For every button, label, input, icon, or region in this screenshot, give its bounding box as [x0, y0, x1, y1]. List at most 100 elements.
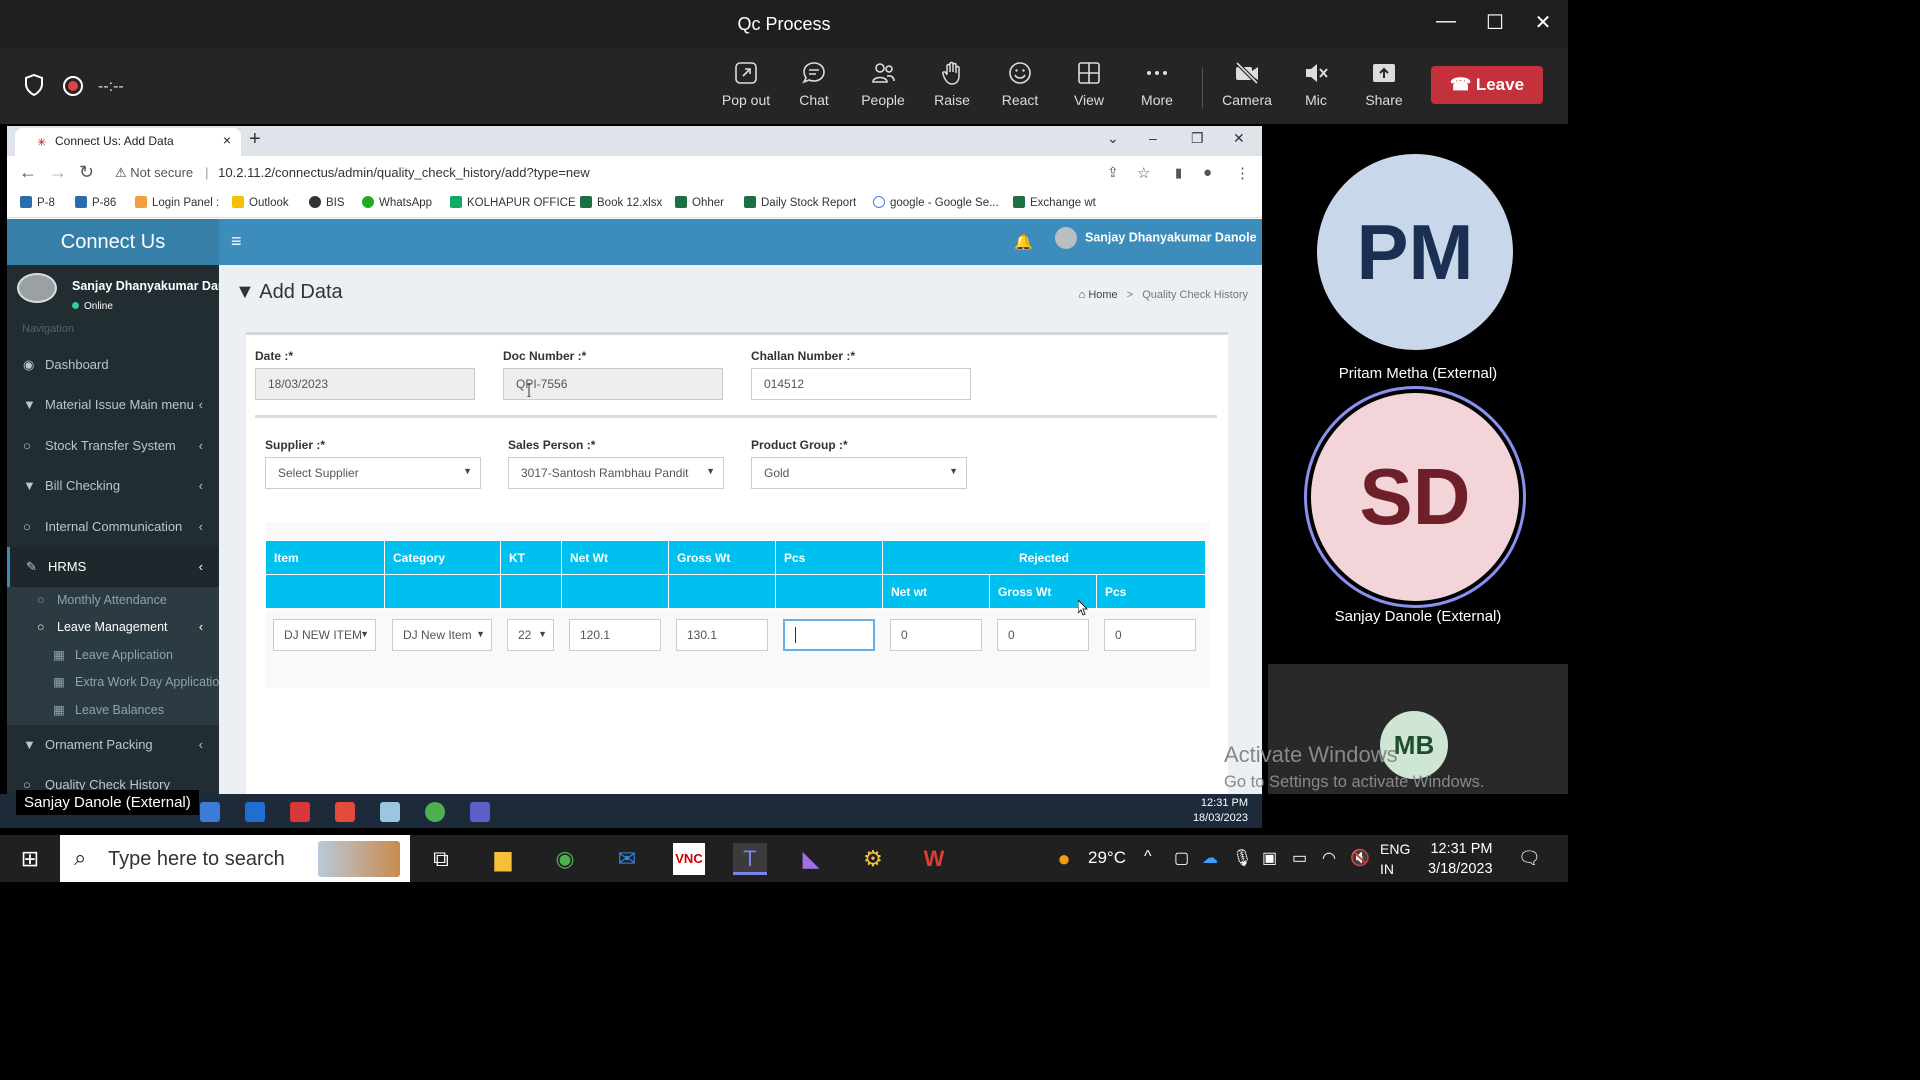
navbar-user[interactable]: Sanjay Dhanyakumar Danole	[1055, 227, 1257, 249]
kt-select[interactable]: 22 ▼	[507, 619, 554, 651]
sidebar-item-bill-checking[interactable]: ▼ Bill Checking ‹	[7, 466, 219, 506]
onedrive-icon[interactable]: ☁	[1202, 848, 1218, 868]
participant-avatar[interactable]: SD	[1311, 393, 1519, 601]
browser-restore-icon[interactable]: ❐	[1191, 130, 1204, 147]
bookmark-item[interactable]: Book 12.xlsx	[580, 196, 662, 209]
language-indicator[interactable]: ENG IN	[1380, 839, 1410, 879]
sidebar-item-stock-transfer[interactable]: ○ Stock Transfer System ‹	[7, 426, 219, 466]
sidebar-item-hrms[interactable]: ✎ HRMS ‹	[7, 547, 219, 587]
bookmark-item[interactable]: Ohher	[675, 196, 724, 209]
bookmark-item[interactable]: google - Google Se...	[873, 196, 999, 209]
browser-tab[interactable]: ✳ Connect Us: Add Data ×	[15, 128, 241, 156]
category-select[interactable]: DJ New Item ▼	[392, 619, 492, 651]
participant-avatar[interactable]: PM	[1317, 154, 1513, 350]
item-select[interactable]: DJ NEW ITEM ▼	[273, 619, 376, 651]
notifications-icon[interactable]: 🗨	[1518, 848, 1541, 869]
sidebar-item-monthly-attendance[interactable]: ○ Monthly Attendance	[7, 587, 219, 614]
wifi-icon[interactable]: ◠	[1322, 848, 1336, 868]
new-tab-icon[interactable]: +	[249, 128, 261, 151]
url-field[interactable]: ⚠ Not secure | 10.2.11.2/connectus/admin/…	[115, 165, 590, 181]
bookmark-item[interactable]: Exchange wt	[1013, 196, 1096, 209]
bookmark-item[interactable]: BIS	[309, 196, 345, 209]
sidepanel-icon[interactable]: ▮	[1175, 165, 1182, 181]
task-view-icon[interactable]: ⧉	[425, 843, 457, 875]
maximize-button[interactable]: ☐	[1480, 10, 1510, 36]
visual-studio-icon[interactable]: ◣	[795, 843, 827, 875]
vnc-icon[interactable]: VNC	[673, 843, 705, 875]
hamburger-icon[interactable]: ≡	[231, 231, 242, 252]
reload-icon[interactable]: ↻	[79, 162, 94, 183]
close-button[interactable]: ✕	[1528, 10, 1558, 36]
popout-button[interactable]: Pop out	[711, 60, 781, 108]
people-button[interactable]: People	[848, 60, 918, 108]
wps-office-icon[interactable]: W	[918, 843, 950, 875]
battery-icon[interactable]: ▭	[1292, 848, 1307, 868]
challan-number-field[interactable]: 014512	[751, 368, 971, 400]
forward-icon[interactable]: →	[49, 162, 67, 183]
raise-hand-button[interactable]: Raise	[917, 60, 987, 108]
bookmark-item[interactable]: P-8	[20, 196, 55, 209]
view-button[interactable]: View	[1054, 60, 1124, 108]
profile-icon[interactable]: ●	[1203, 164, 1212, 181]
bookmark-item[interactable]: WhatsApp	[362, 196, 432, 209]
tab-search-icon[interactable]: ⌄	[1107, 130, 1119, 147]
star-icon[interactable]: ☆	[1137, 164, 1150, 182]
menu-kebab-icon[interactable]: ⋮	[1235, 164, 1250, 182]
file-explorer-icon[interactable]: ▆	[487, 843, 519, 875]
product-group-select[interactable]: Gold ▼	[751, 457, 967, 489]
sidebar-item-leave-management[interactable]: ○ Leave Management ‹	[7, 614, 219, 641]
device-icon[interactable]: ▢	[1174, 848, 1189, 868]
browser-minimize-icon[interactable]: –	[1149, 130, 1157, 146]
chrome-icon[interactable]: ◉	[549, 843, 581, 875]
breadcrumb-home[interactable]: ⌂ Home	[1079, 289, 1118, 301]
back-icon[interactable]: ←	[19, 162, 37, 183]
volume-muted-icon[interactable]: 🔇	[1350, 848, 1370, 868]
more-button[interactable]: More	[1122, 60, 1192, 108]
bookmark-item[interactable]: Login Panel :	[135, 196, 219, 209]
taskbar-search[interactable]: ⌕ Type here to search	[60, 835, 410, 882]
weather-icon[interactable]: ●	[1048, 843, 1080, 875]
chevron-up-icon[interactable]: ^	[1144, 848, 1152, 866]
camera-button[interactable]: Camera	[1212, 60, 1282, 108]
sidebar-item-material-issue[interactable]: ▼ Material Issue Main menu ‹	[7, 385, 219, 425]
pcs-input[interactable]	[783, 619, 875, 651]
browser-close-icon[interactable]: ✕	[1233, 130, 1245, 147]
supplier-select[interactable]: Select Supplier ▼	[265, 457, 481, 489]
chat-button[interactable]: Chat	[779, 60, 849, 108]
bookmark-item[interactable]: Daily Stock Report	[744, 196, 856, 209]
weather-temp[interactable]: 29°C	[1088, 848, 1126, 868]
sidebar-item-extra-work-day[interactable]: ▦ Extra Work Day Application	[7, 669, 219, 696]
minimize-button[interactable]: —	[1431, 10, 1461, 36]
bookmark-item[interactable]: KOLHAPUR OFFICE	[450, 196, 576, 209]
leave-button[interactable]: ☎ Leave	[1431, 66, 1543, 104]
share-page-icon[interactable]: ⇪	[1107, 164, 1119, 181]
system-clock[interactable]: 12:31 PM 3/18/2023	[1428, 839, 1493, 879]
bell-icon[interactable]: 🔔	[1014, 233, 1033, 251]
sidebar-item-dashboard[interactable]: ◉ Dashboard	[7, 345, 219, 385]
share-button[interactable]: Share	[1349, 60, 1419, 108]
network-app-icon[interactable]: ⚙	[857, 843, 889, 875]
mic-button[interactable]: Mic	[1281, 60, 1351, 108]
rejected-pcs-input[interactable]: 0	[1104, 619, 1196, 651]
microphone-icon[interactable]: 🎙	[1232, 848, 1252, 868]
sidebar-item-leave-balances[interactable]: ▦ Leave Balances	[7, 697, 219, 724]
sales-person-select[interactable]: 3017-Santosh Rambhau Pandit ▼	[508, 457, 724, 489]
bookmark-item[interactable]: P-86	[75, 196, 116, 209]
bookmark-item[interactable]: Outlook	[232, 196, 289, 209]
rejected-net-wt-input[interactable]: 0	[890, 619, 982, 651]
teams-icon[interactable]: T	[733, 843, 767, 875]
gross-wt-input[interactable]: 130.1	[676, 619, 768, 651]
react-button[interactable]: React	[985, 60, 1055, 108]
mail-icon[interactable]: ✉	[611, 843, 643, 875]
onscreen-icon[interactable]: ▣	[1262, 848, 1277, 868]
doc-number-field[interactable]: QPI-7556	[503, 368, 723, 400]
sidebar-item-internal-communication[interactable]: ○ Internal Communication ‹	[7, 507, 219, 547]
windows-start-icon[interactable]: ⊞	[14, 843, 46, 875]
sidebar-item-ornament-packing[interactable]: ▼ Ornament Packing ‹	[7, 725, 219, 765]
date-field[interactable]: 18/03/2023	[255, 368, 475, 400]
tab-close-icon[interactable]: ×	[223, 132, 231, 148]
net-wt-input[interactable]: 120.1	[569, 619, 661, 651]
brand-logo[interactable]: Connect Us	[7, 219, 219, 265]
sidebar-item-leave-application[interactable]: ▦ Leave Application	[7, 642, 219, 669]
rejected-gross-wt-input[interactable]: 0	[997, 619, 1089, 651]
